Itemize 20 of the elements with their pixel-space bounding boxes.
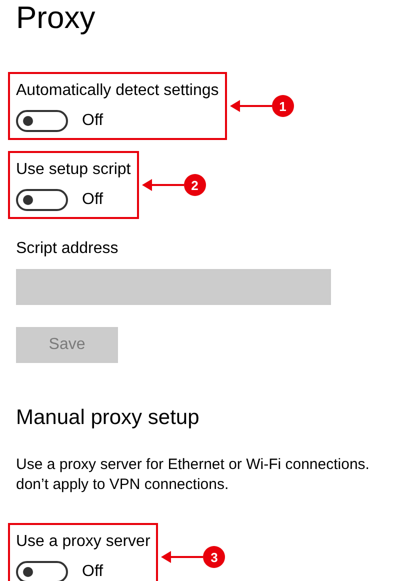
- toggle-switch[interactable]: [16, 561, 68, 581]
- arrow-icon: [161, 551, 204, 563]
- callout-badge: 2: [184, 174, 206, 196]
- setting-label: Automatically detect settings: [16, 81, 219, 101]
- toggle-state: Off: [82, 190, 104, 210]
- toggle-state: Off: [82, 111, 104, 131]
- arrow-icon: [142, 179, 184, 191]
- description-text: Use a proxy server for Ethernet or Wi-Fi connections.: [16, 455, 370, 475]
- section-heading: Manual proxy setup: [16, 405, 200, 431]
- callout-badge: 3: [203, 546, 226, 568]
- setting-label: Use a proxy server: [16, 532, 150, 552]
- callout-badge: 1: [272, 95, 294, 117]
- toggle-switch[interactable]: [16, 110, 68, 132]
- arrow-icon: [230, 100, 272, 112]
- setting-label: Use setup script: [16, 160, 131, 180]
- page-title: Proxy: [16, 0, 96, 36]
- toggle-switch[interactable]: [16, 189, 68, 211]
- toggle-state: Off: [82, 562, 104, 581]
- description-text: don’t apply to VPN connections.: [16, 475, 230, 495]
- field-label: Script address: [16, 239, 120, 259]
